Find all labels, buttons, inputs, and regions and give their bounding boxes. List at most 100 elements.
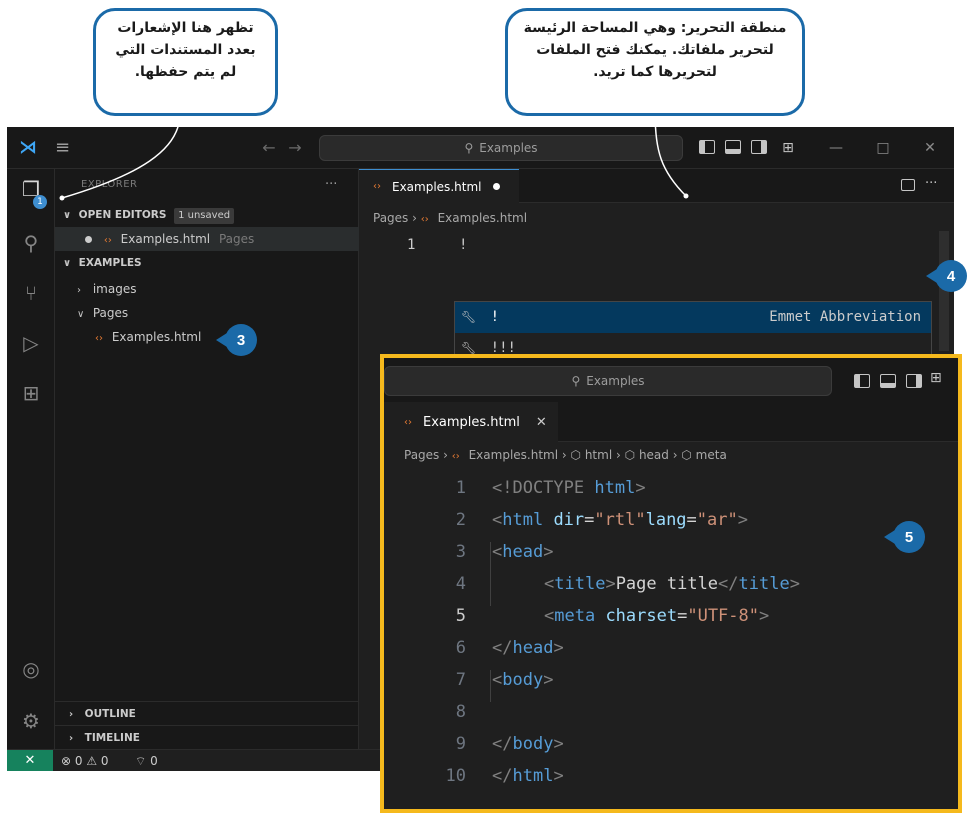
chevron-right-icon: › bbox=[69, 709, 74, 720]
suggestion-label: ! bbox=[490, 309, 500, 325]
breadcrumb-chevron-icon: › bbox=[561, 448, 571, 462]
line-number: 1 bbox=[407, 237, 416, 253]
toggle-secondary-sidebar-icon[interactable] bbox=[906, 374, 922, 388]
inset-tab-bar: ‹› Examples.html ✕ bbox=[384, 402, 958, 442]
line-number: 3 bbox=[455, 542, 466, 562]
tab-filename: Examples.html bbox=[392, 179, 482, 194]
breadcrumb-meta[interactable]: meta bbox=[696, 448, 727, 462]
breadcrumb-chevron-icon: › bbox=[616, 448, 625, 462]
breadcrumb-folder[interactable]: Pages bbox=[404, 448, 439, 462]
open-editor-folder: Pages bbox=[218, 232, 255, 246]
toggle-secondary-sidebar-icon[interactable] bbox=[751, 140, 767, 154]
line-number: 9 bbox=[455, 734, 466, 754]
timeline-section[interactable]: › TIMELINE bbox=[55, 725, 359, 749]
result-inset-window: ⚲ Examples ⊞ ‹› Examples.html ✕ Pages › … bbox=[380, 354, 962, 813]
back-arrow-icon[interactable]: ← bbox=[259, 138, 279, 158]
step-badge-3: 3 bbox=[216, 324, 257, 356]
ports-indicator[interactable]: ⌔ 0 bbox=[135, 750, 158, 771]
menu-icon[interactable]: ≡ bbox=[55, 138, 75, 158]
unsaved-tag: 1 unsaved bbox=[174, 208, 235, 224]
wrench-icon: 🔧︎ bbox=[461, 341, 477, 355]
search-view-icon[interactable]: ⚲ bbox=[19, 231, 43, 255]
toggle-primary-sidebar-icon[interactable] bbox=[854, 374, 870, 388]
breadcrumb-file[interactable]: Examples.html bbox=[469, 448, 558, 462]
run-debug-icon[interactable]: ▷ bbox=[19, 331, 43, 355]
code-line-9: </body> bbox=[492, 734, 564, 754]
chevron-right-icon: › bbox=[69, 733, 74, 744]
unsaved-dot-icon[interactable] bbox=[493, 183, 501, 190]
outline-label: OUTLINE bbox=[84, 708, 136, 720]
maximize-icon[interactable]: □ bbox=[872, 137, 894, 159]
notifications-callout: تظهر هنا الإشعارات بعدد المستندات التي ل… bbox=[93, 8, 278, 116]
line-number: 8 bbox=[455, 702, 466, 722]
line-number: 2 bbox=[455, 510, 466, 530]
customize-layout-icon[interactable]: ⊞ bbox=[777, 137, 799, 159]
forward-arrow-icon[interactable]: → bbox=[285, 138, 305, 158]
remote-indicator[interactable]: ✕ bbox=[7, 750, 53, 771]
outline-section[interactable]: › OUTLINE bbox=[55, 701, 359, 725]
examples-label: EXAMPLES bbox=[78, 257, 142, 269]
more-actions-icon[interactable]: ··· bbox=[925, 176, 937, 191]
step-badge-5: 5 bbox=[884, 521, 925, 553]
search-icon: ⚲ bbox=[464, 141, 474, 155]
breadcrumb-chevron-icon: › bbox=[443, 448, 452, 462]
breadcrumb-file[interactable]: Examples.html bbox=[438, 211, 527, 225]
breadcrumb-head[interactable]: head bbox=[639, 448, 669, 462]
editor-area-callout: منطقة التحرير: وهي المساحة الرئيسة لتحري… bbox=[505, 8, 805, 116]
images-folder-label: images bbox=[92, 282, 137, 296]
customize-layout-icon[interactable]: ⊞ bbox=[930, 370, 942, 386]
minimize-icon[interactable]: — bbox=[825, 137, 847, 159]
tree-item-images[interactable]: › images bbox=[55, 277, 359, 301]
inset-breadcrumb: Pages › ‹› Examples.html › ⬡ html › ⬡ he… bbox=[404, 448, 727, 462]
inset-tab-examples-html[interactable]: ‹› Examples.html ✕ bbox=[384, 402, 558, 442]
pages-folder-label: Pages bbox=[92, 306, 129, 320]
indent-guide bbox=[490, 670, 491, 702]
code-line-5: <meta charset="UTF-8"> bbox=[544, 606, 770, 626]
toggle-primary-sidebar-icon[interactable] bbox=[699, 140, 715, 154]
open-editor-item[interactable]: ‹› Examples.html Pages bbox=[55, 227, 359, 251]
html-file-icon: ‹› bbox=[103, 235, 112, 246]
close-tab-icon[interactable]: ✕ bbox=[536, 415, 547, 430]
split-editor-icon[interactable] bbox=[901, 179, 915, 191]
symbol-cube-icon: ⬡ bbox=[570, 448, 581, 462]
breadcrumb: Pages › ‹› Examples.html bbox=[373, 211, 527, 225]
command-search-box[interactable]: ⚲ Examples bbox=[319, 135, 683, 161]
suggestion-detail: Emmet Abbreviation bbox=[769, 309, 921, 325]
inset-tab-filename: Examples.html bbox=[423, 414, 520, 430]
code-line-text[interactable]: ! bbox=[459, 237, 467, 253]
toggle-panel-icon[interactable] bbox=[725, 140, 741, 154]
tab-examples-html[interactable]: ‹› Examples.html bbox=[359, 169, 519, 203]
chevron-down-icon: ∨ bbox=[63, 258, 72, 269]
chevron-down-icon: ∨ bbox=[63, 210, 72, 221]
code-line-1: <!DOCTYPE html> bbox=[492, 478, 646, 498]
indent-guide bbox=[490, 542, 491, 606]
extensions-icon[interactable]: ⊞ bbox=[19, 381, 43, 405]
editor-tab-bar: ‹› Examples.html ··· bbox=[359, 169, 954, 203]
source-control-icon[interactable]: ⑂ bbox=[19, 281, 43, 305]
examples-html-label: Examples.html bbox=[111, 330, 202, 344]
breadcrumb-html[interactable]: html bbox=[585, 448, 612, 462]
settings-gear-icon[interactable]: ⚙ bbox=[19, 709, 43, 733]
examples-folder-header[interactable]: ∨ EXAMPLES bbox=[55, 251, 359, 275]
code-line-3: <head> bbox=[492, 542, 554, 562]
code-line-6: </head> bbox=[492, 638, 564, 658]
line-number: 1 bbox=[455, 478, 466, 498]
tree-item-pages[interactable]: ∨ Pages bbox=[55, 301, 359, 325]
problems-indicator[interactable]: ⊗ 0 ⚠ 0 bbox=[61, 750, 109, 771]
toggle-panel-icon[interactable] bbox=[880, 374, 896, 388]
explorer-more-icon[interactable]: ··· bbox=[325, 177, 337, 192]
unsaved-count-badge: 1 bbox=[33, 195, 47, 209]
suggestion-item[interactable]: 🔧︎ ! Emmet Abbreviation bbox=[455, 302, 931, 333]
unsaved-dot-icon[interactable] bbox=[85, 236, 92, 243]
accounts-icon[interactable]: ◎ bbox=[19, 657, 43, 681]
open-editors-header[interactable]: ∨ OPEN EDITORS 1 unsaved bbox=[55, 203, 359, 227]
tree-item-examples-html[interactable]: ‹› Examples.html bbox=[55, 325, 359, 349]
line-number: 7 bbox=[455, 670, 466, 690]
code-line-10: </html> bbox=[492, 766, 564, 786]
breadcrumb-folder[interactable]: Pages bbox=[373, 211, 408, 225]
inset-command-search-box[interactable]: ⚲ Examples bbox=[384, 366, 832, 396]
line-number: 6 bbox=[455, 638, 466, 658]
symbol-cube-icon: ⬡ bbox=[624, 448, 636, 462]
close-window-icon[interactable]: ✕ bbox=[919, 137, 941, 159]
explorer-sidebar: EXPLORER ··· ∨ OPEN EDITORS 1 unsaved ‹›… bbox=[55, 169, 359, 749]
